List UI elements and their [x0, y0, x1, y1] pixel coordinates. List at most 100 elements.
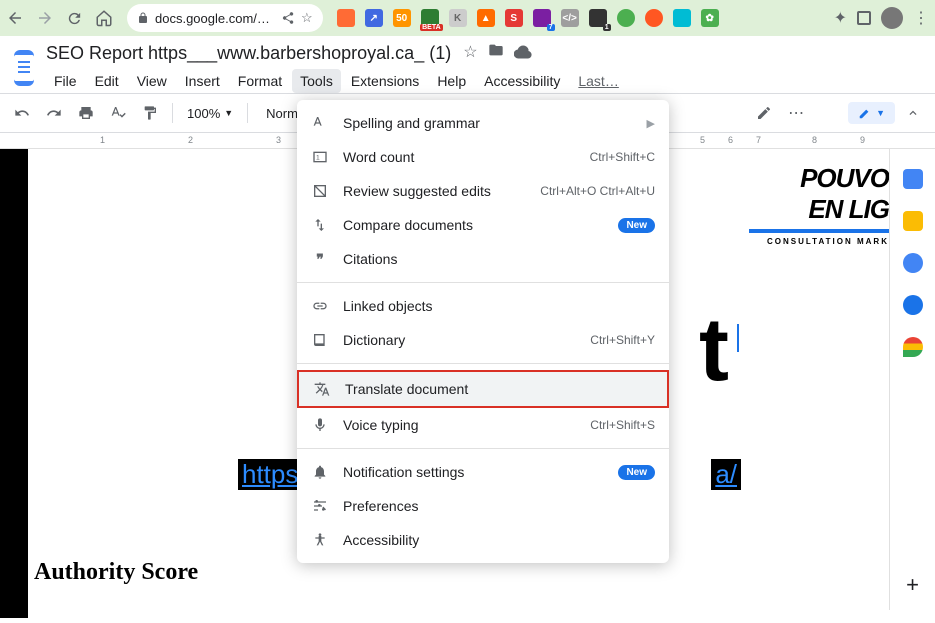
ext-icon[interactable]	[645, 9, 663, 27]
chevron-right-icon: ▶	[647, 117, 655, 130]
dictionary-icon	[311, 331, 329, 349]
menu-accessibility-item[interactable]: Accessibility	[297, 523, 669, 557]
ext-icon[interactable]: S	[505, 9, 523, 27]
menu-last-edit[interactable]: Last…	[570, 69, 626, 93]
word-count-icon: 1	[311, 148, 329, 166]
docs-header: SEO Report https___www.barbershoproyal.c…	[0, 36, 935, 93]
extensions-row: ↗ 50 BETA K ▲ S 7 </> 1 ✿	[337, 9, 719, 27]
menu-review-edits[interactable]: Review suggested edits Ctrl+Alt+O Ctrl+A…	[297, 174, 669, 208]
browser-avatar[interactable]	[881, 7, 903, 29]
menu-edit[interactable]: Edit	[87, 69, 127, 93]
move-icon[interactable]	[488, 42, 504, 65]
home-icon[interactable]	[95, 9, 113, 27]
text-cursor	[737, 324, 739, 352]
tools-dropdown: Spelling and grammar ▶ 1 Word count Ctrl…	[297, 100, 669, 563]
undo-button[interactable]	[8, 99, 36, 127]
menu-linked-objects[interactable]: Linked objects	[297, 289, 669, 323]
ext-icon[interactable]: 1	[589, 9, 607, 27]
star-icon[interactable]: ☆	[301, 10, 313, 26]
menu-extensions[interactable]: Extensions	[343, 69, 427, 93]
doc-url-part2[interactable]: a/	[711, 459, 741, 490]
share-url-icon[interactable]	[281, 11, 295, 25]
spellcheck-icon	[311, 114, 329, 132]
more-button[interactable]: ⋯	[782, 99, 810, 127]
menu-voice-typing[interactable]: Voice typing Ctrl+Shift+S	[297, 408, 669, 442]
menu-format[interactable]: Format	[230, 69, 290, 93]
maps-icon[interactable]	[903, 337, 923, 357]
menu-dictionary[interactable]: Dictionary Ctrl+Shift+Y	[297, 323, 669, 357]
browser-menu-icon[interactable]: ⋮	[913, 8, 929, 28]
browser-chrome: docs.google.com/d… ☆ ↗ 50 BETA K ▲ S 7 <…	[0, 0, 935, 36]
highlight-button[interactable]	[750, 99, 778, 127]
menu-compare[interactable]: Compare documents New	[297, 208, 669, 242]
menu-view[interactable]: View	[129, 69, 175, 93]
zoom-select[interactable]: 100% ▼	[181, 106, 239, 121]
paint-format-button[interactable]	[136, 99, 164, 127]
menu-file[interactable]: File	[46, 69, 85, 93]
menu-bar: File Edit View Insert Format Tools Exten…	[46, 69, 927, 93]
link-icon	[311, 297, 329, 315]
cloud-status-icon[interactable]	[514, 42, 532, 65]
keep-icon[interactable]	[903, 211, 923, 231]
browser-right: ✦ ⋮	[834, 7, 929, 29]
mic-icon	[311, 416, 329, 434]
ext-icon[interactable]: K	[449, 9, 467, 27]
menu-word-count[interactable]: 1 Word count Ctrl+Shift+C	[297, 140, 669, 174]
redo-button[interactable]	[40, 99, 68, 127]
menu-tools[interactable]: Tools	[292, 69, 341, 93]
docs-logo[interactable]	[14, 50, 34, 86]
side-panel: +	[889, 149, 935, 610]
toolbar-right: ⋯ ▼	[750, 99, 927, 127]
svg-text:1: 1	[316, 155, 320, 162]
menu-citations[interactable]: ❞ Citations	[297, 242, 669, 276]
puzzle-icon[interactable]: ✦	[834, 8, 847, 28]
ext-icon[interactable]	[673, 9, 691, 27]
menu-insert[interactable]: Insert	[177, 69, 228, 93]
nav-buttons	[6, 9, 113, 27]
ext-icon[interactable]: ▲	[477, 9, 495, 27]
compare-icon	[311, 216, 329, 234]
menu-accessibility[interactable]: Accessibility	[476, 69, 568, 93]
ext-icon[interactable]: 50	[393, 9, 411, 27]
menu-spelling[interactable]: Spelling and grammar ▶	[297, 106, 669, 140]
tasks-icon[interactable]	[903, 253, 923, 273]
ext-icon[interactable]	[617, 9, 635, 27]
spellcheck-button[interactable]	[104, 99, 132, 127]
print-button[interactable]	[72, 99, 100, 127]
ext-icon[interactable]	[337, 9, 355, 27]
ext-icon[interactable]: BETA	[421, 9, 439, 27]
ext-icon[interactable]: ✿	[701, 9, 719, 27]
tab-icon[interactable]	[857, 11, 871, 25]
edit-mode-button[interactable]: ▼	[848, 102, 895, 124]
citations-icon: ❞	[311, 250, 329, 268]
ext-icon[interactable]: ↗	[365, 9, 383, 27]
doc-logo: POUVO EN LIG CONSULTATION MARK	[749, 163, 889, 246]
collapse-button[interactable]	[899, 99, 927, 127]
ext-icon[interactable]: </>	[561, 9, 579, 27]
contacts-icon[interactable]	[903, 295, 923, 315]
url-text: docs.google.com/d…	[155, 11, 275, 26]
translate-icon	[313, 380, 331, 398]
doc-url-part1[interactable]: https	[238, 459, 302, 490]
big-letter: t	[699, 299, 729, 402]
menu-help[interactable]: Help	[429, 69, 474, 93]
add-icon[interactable]: +	[906, 572, 919, 598]
menu-translate[interactable]: Translate document	[297, 370, 669, 408]
prefs-icon	[311, 497, 329, 515]
reload-icon[interactable]	[66, 10, 83, 27]
forward-icon[interactable]	[36, 9, 54, 27]
bell-icon	[311, 463, 329, 481]
ext-icon[interactable]: 7	[533, 9, 551, 27]
page-edge	[0, 149, 28, 618]
back-icon[interactable]	[6, 9, 24, 27]
doc-title[interactable]: SEO Report https___www.barbershoproyal.c…	[46, 43, 451, 64]
star-doc-icon[interactable]: ☆	[463, 42, 477, 65]
menu-preferences[interactable]: Preferences	[297, 489, 669, 523]
menu-notifications[interactable]: Notification settings New	[297, 455, 669, 489]
review-icon	[311, 182, 329, 200]
address-bar[interactable]: docs.google.com/d… ☆	[127, 4, 323, 32]
calendar-icon[interactable]	[903, 169, 923, 189]
accessibility-icon	[311, 531, 329, 549]
heading-authority-score: Authority Score	[34, 559, 198, 586]
lock-icon	[137, 12, 149, 24]
